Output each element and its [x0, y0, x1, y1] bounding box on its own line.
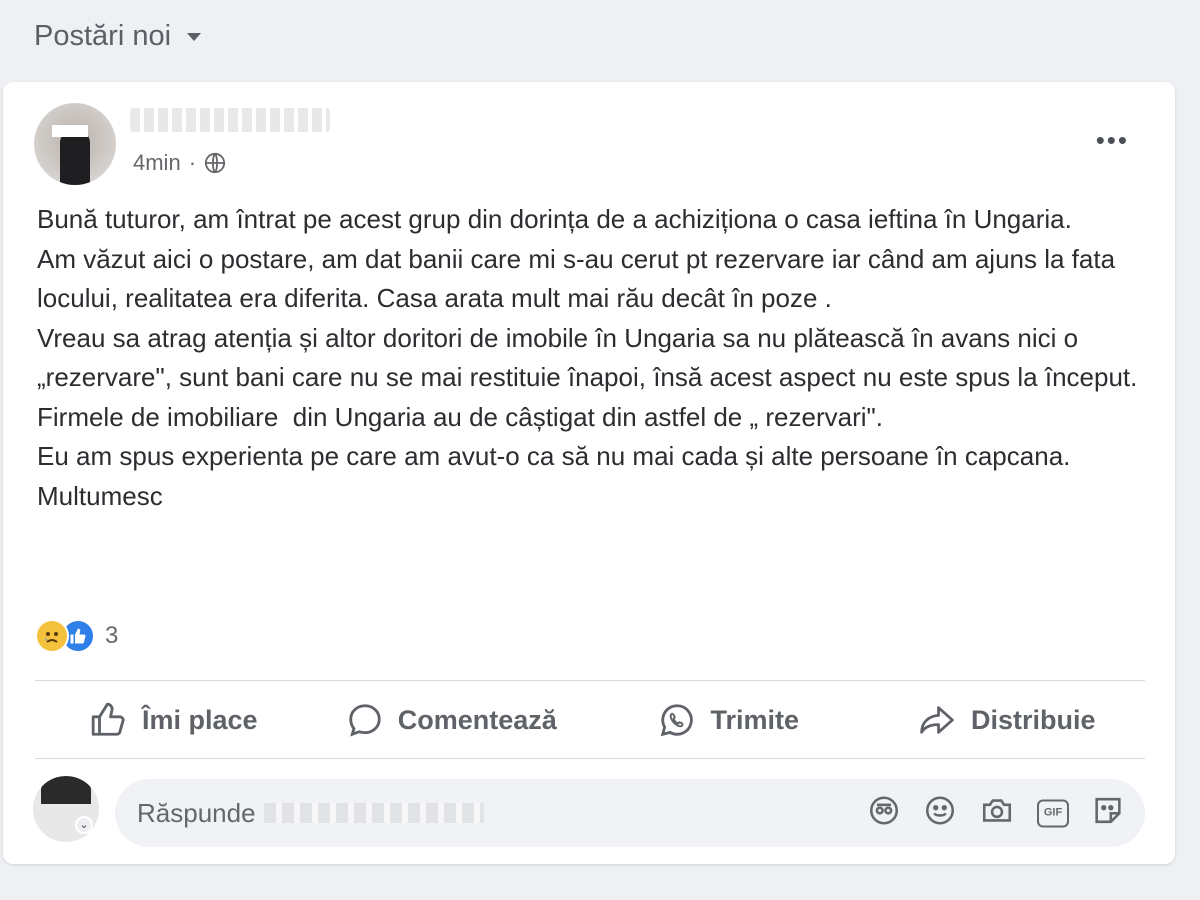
sad-reaction-icon	[35, 619, 69, 653]
feed-sort-label: Postări noi	[34, 19, 172, 52]
actions-divider-bottom	[35, 758, 1145, 759]
globe-icon	[204, 152, 226, 174]
sticker-icon[interactable]	[1091, 794, 1125, 833]
avatar-redaction	[52, 125, 88, 137]
emoji-icon[interactable]	[923, 794, 957, 833]
like-button[interactable]: Îmi place	[35, 701, 313, 739]
send-button[interactable]: Trimite	[590, 701, 868, 739]
author-avatar[interactable]	[34, 103, 116, 185]
comment-label: Comentează	[397, 704, 557, 735]
meta-separator: ·	[188, 150, 197, 175]
reactions-summary[interactable]: 3	[35, 619, 118, 653]
post-meta: 4min ·	[133, 150, 226, 176]
send-label: Trimite	[710, 704, 800, 735]
reply-name-redacted	[263, 803, 484, 823]
chevron-down-icon[interactable]: ⌄	[75, 816, 93, 834]
comment-button[interactable]: Comentează	[313, 701, 591, 739]
whatsapp-icon	[658, 701, 696, 739]
thumbs-up-icon	[90, 701, 128, 739]
post-paragraph: Am văzut aici o postare, am dat banii ca…	[37, 243, 1123, 314]
avatar-figure	[60, 129, 90, 185]
reply-toolbar: GIF	[867, 794, 1125, 833]
feed-sort-dropdown[interactable]: Postări noi	[34, 16, 202, 56]
reply-placeholder: Răspunde	[137, 797, 256, 828]
gif-icon[interactable]: GIF	[1037, 799, 1069, 827]
reply-avatar-figure	[41, 776, 91, 804]
avatar-sticker-icon[interactable]	[867, 794, 901, 833]
reply-avatar[interactable]: ⌄	[33, 776, 99, 842]
more-options-icon[interactable]: •••	[1096, 127, 1129, 153]
post-paragraph: Bună tuturor, am întrat pe acest grup di…	[37, 204, 1072, 234]
caret-down-icon	[187, 33, 202, 41]
comment-bubble-icon	[346, 701, 384, 739]
reply-input[interactable]: Răspunde GIF	[115, 779, 1145, 847]
post-card: 4min · ••• Bună tuturor, am întrat pe ac…	[3, 82, 1175, 864]
share-label: Distribuie	[970, 704, 1096, 735]
share-button[interactable]: Distribuie	[868, 701, 1146, 739]
post-paragraph: Vreau sa atrag atenția și altor doritori…	[37, 322, 1145, 432]
post-timestamp[interactable]: 4min	[133, 150, 181, 176]
camera-icon[interactable]	[979, 794, 1015, 833]
post-actions-bar: Îmi place Comentează Trimite Distribuie	[35, 680, 1145, 760]
share-arrow-icon	[917, 701, 957, 739]
post-paragraph: Eu am spus experienta pe care am avut-o …	[37, 441, 1078, 511]
like-label: Îmi place	[141, 704, 258, 735]
reaction-count: 3	[105, 622, 119, 649]
post-text: Bună tuturor, am întrat pe acest grup di…	[37, 200, 1152, 516]
author-name-redacted[interactable]	[130, 108, 330, 132]
